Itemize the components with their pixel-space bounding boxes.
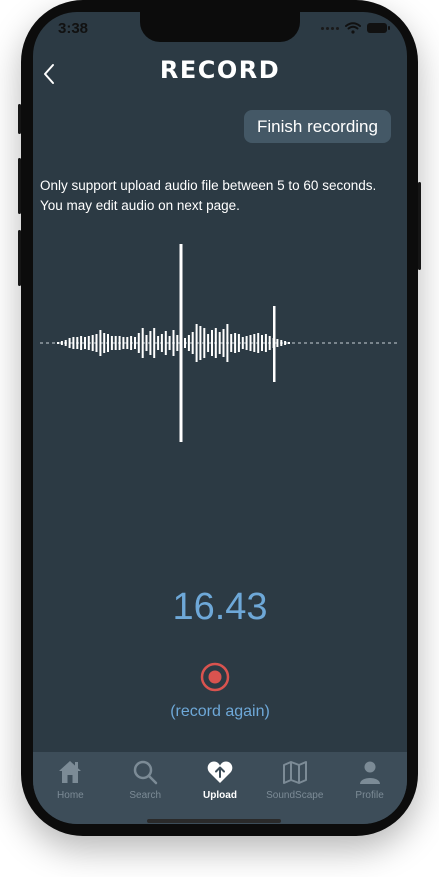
wifi-icon — [345, 22, 361, 34]
home-indicator — [147, 819, 281, 823]
tab-profile[interactable]: Profile — [332, 752, 407, 824]
waveform-bar — [149, 331, 152, 355]
waveform-bar — [141, 328, 144, 358]
bottom-tab-bar: Home Search Upload SoundScape Profile — [33, 752, 407, 824]
waveform-bar — [245, 336, 248, 350]
waveform-bar — [134, 337, 136, 349]
tab-label: Upload — [203, 790, 237, 801]
waveform-bar — [84, 337, 86, 349]
waveform-bar — [195, 324, 198, 362]
waveform-bar — [72, 337, 75, 349]
finish-recording-button[interactable]: Finish recording — [244, 110, 391, 143]
tab-label: SoundScape — [266, 790, 324, 801]
waveform-bar — [76, 337, 79, 349]
upload-heart-icon — [207, 761, 233, 783]
waveform-bar — [99, 330, 102, 356]
waveform-bar — [218, 332, 221, 354]
waveform-bars — [57, 306, 290, 382]
waveform-bar — [187, 335, 190, 351]
search-icon — [133, 760, 158, 785]
waveform-bar — [122, 337, 125, 349]
waveform-bar — [80, 336, 83, 350]
power-button — [418, 182, 421, 270]
page-title: RECORD — [159, 56, 281, 84]
tab-search[interactable]: Search — [108, 752, 183, 824]
waveform-bar — [168, 336, 171, 350]
waveform-bar — [203, 328, 206, 358]
waveform-bar — [107, 334, 109, 352]
upload-info-text: Only support upload audio file between 5… — [40, 178, 377, 213]
status-icons — [321, 22, 390, 34]
waveform-bar — [118, 336, 121, 350]
map-icon — [282, 761, 307, 784]
waveform-bar — [261, 335, 263, 351]
tab-soundscape[interactable]: SoundScape — [257, 752, 332, 824]
battery-icon — [367, 23, 390, 33]
waveform-bar — [237, 334, 240, 352]
waveform-bar — [249, 335, 252, 351]
waveform-bar — [276, 339, 279, 347]
tab-label: Home — [57, 790, 84, 801]
waveform-bar — [184, 338, 186, 348]
waveform-bar — [214, 328, 217, 358]
notch — [140, 12, 300, 42]
waveform-bar — [114, 336, 117, 350]
waveform-bar — [91, 335, 94, 351]
waveform-bar — [160, 334, 163, 352]
waveform-bar — [253, 334, 256, 352]
side-button — [18, 104, 21, 134]
volume-down-button — [18, 230, 21, 286]
volume-up-button — [18, 158, 21, 214]
waveform-bar — [207, 334, 210, 352]
waveform-bar — [234, 333, 237, 353]
tab-upload[interactable]: Upload — [183, 752, 258, 824]
record-icon[interactable] — [200, 662, 230, 692]
waveform-bar — [176, 335, 179, 351]
waveform-bar — [257, 333, 260, 353]
waveform-bar — [164, 331, 167, 355]
waveform-bar — [268, 336, 271, 350]
waveform-bar — [241, 337, 244, 349]
waveform-bar — [172, 330, 175, 356]
waveform-bar — [280, 340, 283, 346]
tab-label: Profile — [355, 790, 384, 801]
waveform-bar — [157, 336, 160, 350]
waveform-bar — [137, 333, 140, 353]
audio-waveform — [40, 244, 400, 442]
waveform-bar — [284, 341, 287, 345]
waveform-bar — [145, 335, 148, 351]
waveform-bar — [110, 336, 113, 350]
app-screen: 3:38 RECORD Finish recording Only suppor… — [33, 12, 407, 824]
waveform-bar — [230, 334, 233, 352]
signal-icon — [321, 26, 339, 30]
tab-label: Search — [129, 790, 162, 801]
waveform-bar — [60, 341, 63, 345]
waveform-bar — [57, 342, 59, 344]
waveform-bar — [264, 334, 267, 352]
waveform-bar — [64, 340, 67, 346]
waveform-bar — [95, 334, 98, 352]
waveform-bar — [87, 336, 90, 350]
waveform-bar — [153, 328, 156, 358]
tab-home[interactable]: Home — [33, 752, 108, 824]
waveform-bar — [130, 336, 133, 350]
waveform-bar — [191, 332, 194, 354]
waveform-bar — [226, 324, 229, 362]
waveform-bar — [126, 337, 129, 349]
waveform-bar — [68, 338, 71, 348]
waveform-bar — [273, 306, 276, 382]
waveform-bar — [103, 333, 106, 353]
waveform-bar — [211, 330, 213, 356]
waveform-bar — [222, 329, 225, 357]
home-icon — [59, 761, 82, 783]
waveform-bar — [288, 342, 290, 344]
status-time: 3:38 — [58, 20, 89, 37]
waveform-bar — [199, 326, 202, 360]
elapsed-time: 16.43 — [172, 586, 268, 628]
profile-icon — [359, 761, 380, 784]
record-again-link[interactable]: (record again) — [33, 703, 407, 721]
